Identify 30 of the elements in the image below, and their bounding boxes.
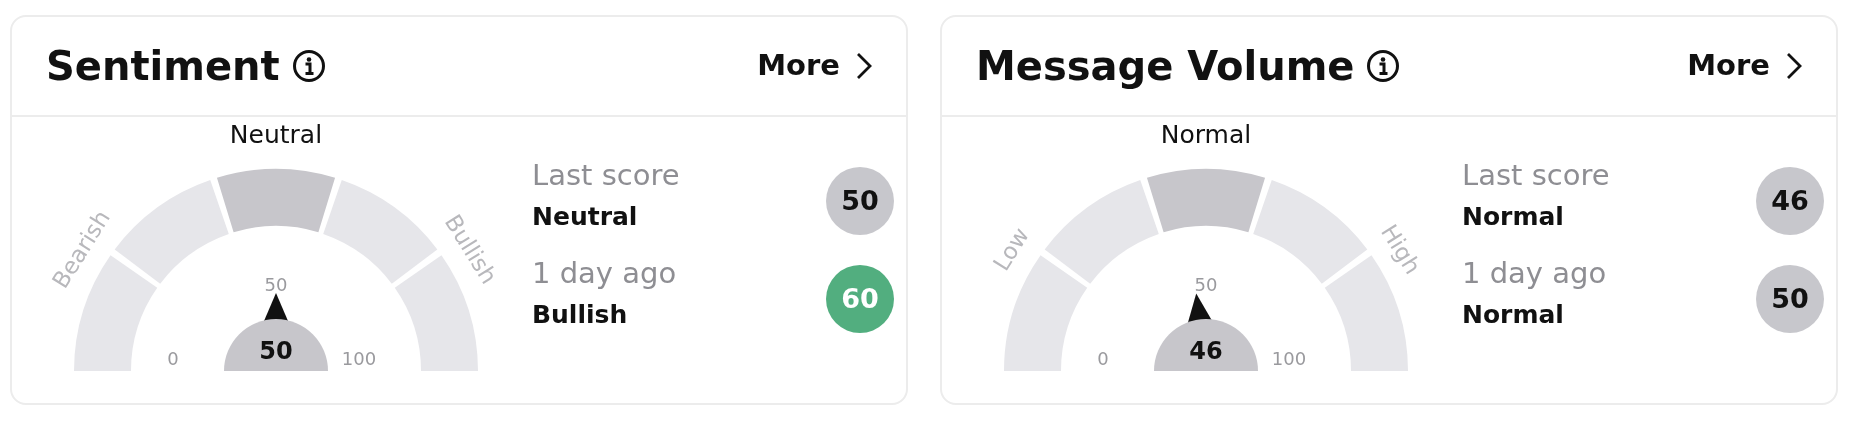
score-label: Bullish	[532, 299, 629, 331]
score-caption: 1 day ago	[1462, 255, 1607, 292]
score-badge: 50	[826, 167, 894, 235]
gauge-top-label: Normal	[1160, 121, 1252, 149]
card-title: Sentiment	[46, 42, 280, 91]
gauge-value: 50	[259, 337, 293, 365]
score-caption: Last score	[1462, 157, 1610, 194]
score-badge: 50	[1756, 265, 1824, 333]
chevron-right-icon	[856, 52, 872, 80]
score-badge: 46	[1756, 167, 1824, 235]
tick-label: 100	[341, 348, 377, 369]
more-link[interactable]: More	[757, 44, 872, 88]
more-link[interactable]: More	[1687, 44, 1802, 88]
score-caption: Last score	[532, 157, 680, 194]
card-title: Message Volume	[976, 42, 1355, 91]
tick-label: 50	[1194, 274, 1218, 295]
score-badge: 60	[826, 265, 894, 333]
score-label: Neutral	[532, 201, 639, 233]
tick-label: 0	[167, 348, 179, 369]
tick-label: 100	[1271, 348, 1307, 369]
score-label: Normal	[1462, 201, 1565, 233]
info-icon[interactable]	[291, 49, 326, 83]
tick-label: 0	[1097, 348, 1109, 369]
info-icon[interactable]	[1366, 49, 1401, 83]
chevron-right-icon	[1786, 52, 1802, 80]
score-label: Normal	[1462, 299, 1565, 331]
score-caption: 1 day ago	[532, 255, 677, 292]
gauge-top-label: Neutral	[229, 121, 323, 149]
tick-label: 50	[264, 274, 288, 295]
gauge-value: 46	[1189, 337, 1223, 365]
